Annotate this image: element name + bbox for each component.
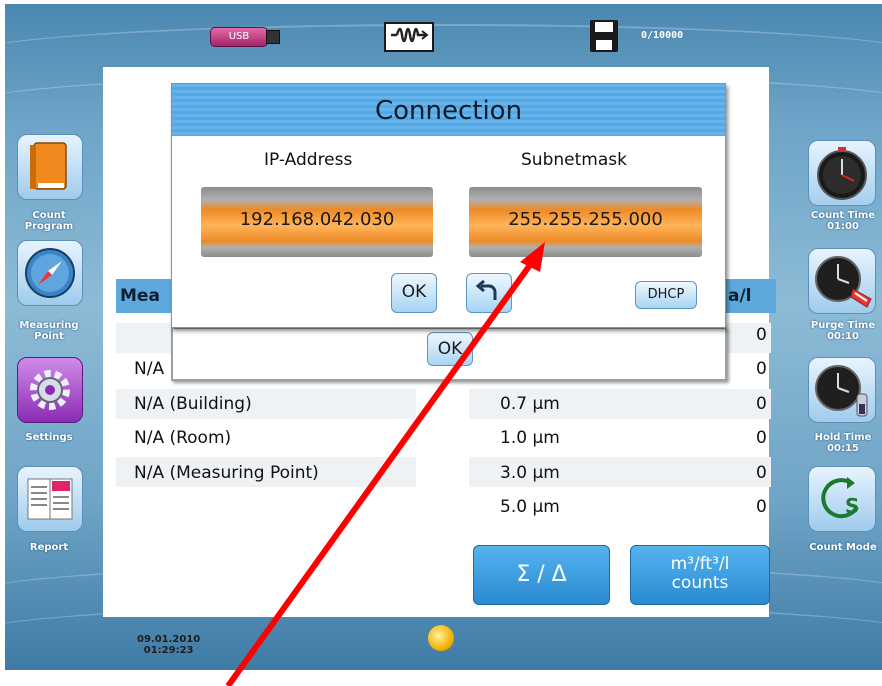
annotation-arrow-line — [225, 256, 538, 686]
annotation-arrow — [225, 242, 545, 686]
annotation-arrow-head — [520, 242, 545, 272]
